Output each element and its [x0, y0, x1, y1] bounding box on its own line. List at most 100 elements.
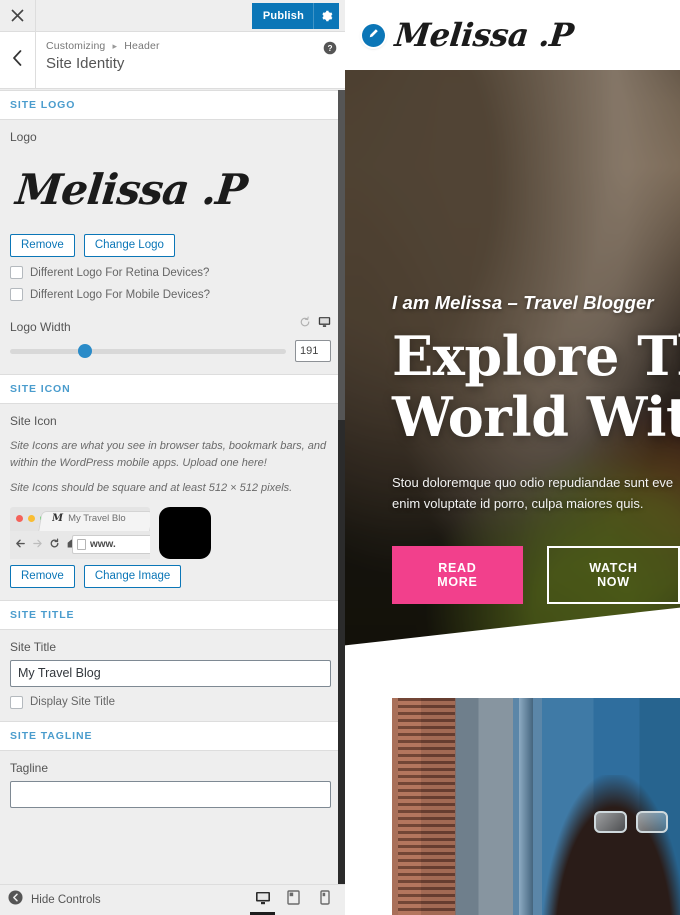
- mobile-logo-label: Different Logo For Mobile Devices?: [30, 288, 211, 301]
- hero-title-line-2: World With: [392, 385, 680, 450]
- change-logo-button[interactable]: Change Logo: [83, 234, 175, 257]
- device-mobile-button[interactable]: [309, 885, 340, 915]
- read-more-button[interactable]: READ MORE: [392, 546, 523, 605]
- hide-controls-button[interactable]: Hide Controls: [8, 890, 101, 910]
- logo-width-label: Logo Width: [10, 320, 71, 334]
- browser-url-field: www.: [72, 534, 150, 554]
- arrow-left-icon: [15, 536, 26, 554]
- mobile-logo-row[interactable]: Different Logo For Mobile Devices?: [10, 288, 331, 301]
- close-customizer-button[interactable]: [0, 0, 36, 31]
- logo-preview[interactable]: Melissa .P: [10, 150, 331, 228]
- site-icon-description-2: Site Icons should be square and at least…: [10, 482, 293, 494]
- breadcrumb-root: Customizing: [46, 40, 106, 52]
- hero-buttons: READ MORE WATCH NOW: [392, 546, 680, 605]
- retina-logo-checkbox[interactable]: [10, 266, 23, 279]
- collapse-arrow-icon: [8, 890, 23, 910]
- browser-preview-mockup: M My Travel Blo www.: [10, 506, 150, 559]
- logo-width-slider-row: [10, 340, 331, 362]
- remove-logo-button[interactable]: Remove: [10, 234, 75, 257]
- section-body-site-logo: Logo Melissa .P Remove Change Logo Diffe…: [0, 120, 345, 374]
- breadcrumb-current: Header: [124, 40, 160, 52]
- change-site-icon-button[interactable]: Change Image: [83, 564, 182, 588]
- browser-nav-buttons: [15, 536, 77, 554]
- section-header-site-tagline[interactable]: SITE TAGLINE: [0, 720, 345, 751]
- site-icon-actions: Remove Change Image: [10, 564, 331, 588]
- pencil-edit-icon: [368, 26, 379, 44]
- hero-title-line-1: Explore The: [392, 324, 680, 388]
- back-button[interactable]: [0, 32, 36, 88]
- section-header-site-logo[interactable]: SITE LOGO: [0, 90, 345, 120]
- customizer-footer: Hide Controls: [0, 884, 345, 915]
- header-titles: Customizing ▸ Header Site Identity: [36, 32, 315, 88]
- publish-button-label: Publish: [262, 9, 304, 22]
- sunglasses-left-lens: [593, 811, 627, 833]
- close-x-icon: [11, 9, 24, 22]
- customizer-scroll-body: SITE LOGO Logo Melissa .P Remove Change …: [0, 90, 345, 884]
- preview-photo-image: [392, 698, 680, 915]
- hide-controls-label: Hide Controls: [31, 894, 101, 906]
- photo-person-hair: [541, 775, 680, 915]
- section-header-site-icon[interactable]: SITE ICON: [0, 374, 345, 404]
- desktop-monitor-icon[interactable]: [318, 315, 331, 333]
- help-button[interactable]: ?: [315, 32, 345, 88]
- photo-shutters-detail: [397, 698, 456, 915]
- site-title-field-label: Site Title: [10, 639, 57, 654]
- site-icon-field-label: Site Icon: [10, 414, 57, 428]
- section-body-site-tagline: Tagline: [0, 750, 345, 820]
- customizer-scrollbar[interactable]: [338, 90, 345, 884]
- customizer-screen: Publish Customizing ▸ Header Site Identi…: [0, 0, 680, 915]
- browser-tab-title: My Travel Blo: [68, 512, 126, 524]
- device-preview-switcher: [247, 885, 340, 915]
- hero-section: I am Melissa – Travel Blogger Explore Th…: [345, 70, 680, 670]
- hero-title: Explore The World With: [392, 324, 680, 450]
- logo-width-slider[interactable]: [10, 344, 286, 358]
- svg-text:?: ?: [327, 43, 332, 53]
- hero-paragraph: Stou doloremque quo odio repudiandae sun…: [392, 472, 680, 514]
- retina-logo-row[interactable]: Different Logo For Retina Devices?: [10, 266, 331, 279]
- section-body-site-icon: Site Icon Site Icons are what you see in…: [0, 404, 345, 600]
- site-icon-description-1: Site Icons are what you see in browser t…: [10, 440, 327, 469]
- customizer-topbar: Publish: [0, 0, 345, 32]
- site-favicon: M: [52, 512, 64, 524]
- reset-circular-arrow-icon[interactable]: [299, 315, 311, 333]
- logo-width-slider-thumb[interactable]: [77, 344, 92, 358]
- display-site-title-checkbox[interactable]: [10, 695, 23, 709]
- site-title-input[interactable]: [10, 659, 331, 687]
- tagline-input[interactable]: [10, 780, 331, 808]
- device-desktop-button[interactable]: [247, 885, 278, 915]
- browser-minimize-dot-icon: [28, 514, 35, 522]
- logo-width-input[interactable]: [295, 340, 331, 362]
- chevron-left-icon: [12, 49, 23, 71]
- desktop-monitor-icon: [255, 891, 271, 910]
- reload-icon: [49, 536, 60, 554]
- page-document-icon: [77, 538, 86, 550]
- scrollbar-thumb[interactable]: [338, 90, 345, 420]
- customizer-panel: Publish Customizing ▸ Header Site Identi…: [0, 0, 345, 915]
- remove-site-icon-button[interactable]: Remove: [10, 564, 75, 588]
- browser-tabbar: M My Travel Blo: [10, 507, 150, 531]
- edit-shortcut-button[interactable]: [362, 23, 385, 47]
- section-header-site-title[interactable]: SITE TITLE: [0, 599, 345, 630]
- site-icon-image: [159, 506, 211, 559]
- device-tablet-button[interactable]: [278, 885, 309, 915]
- hero-paragraph-line-1: Stou doloremque quo odio repudiandae sun…: [392, 475, 674, 491]
- hero-paragraph-line-2: enim voluptate id porro, culpa maiores q…: [392, 496, 644, 512]
- publish-button[interactable]: Publish: [251, 2, 339, 29]
- gear-icon[interactable]: [313, 2, 339, 29]
- preview-site-header: Melissa .P: [345, 0, 680, 70]
- logo-actions: Remove Change Logo: [10, 234, 331, 257]
- browser-tab-content: M My Travel Blo: [52, 513, 150, 524]
- page-title: Site Identity: [46, 55, 125, 72]
- section-body-site-title: Site Title Display Site Title: [0, 629, 345, 721]
- site-icon-preview-row: M My Travel Blo www.: [10, 506, 331, 559]
- sunglasses-right-lens: [635, 811, 669, 833]
- logo-width-header: Logo Width: [10, 315, 331, 334]
- breadcrumb-separator-icon: ▸: [112, 41, 118, 51]
- breadcrumb: Customizing ▸ Header: [46, 40, 315, 52]
- site-preview-frame[interactable]: Melissa .P I am Melissa – Travel Blogger…: [345, 0, 680, 915]
- preview-secondary-section: [345, 670, 680, 915]
- display-site-title-row[interactable]: Display Site Title: [10, 695, 331, 709]
- mobile-logo-checkbox[interactable]: [10, 288, 23, 301]
- watch-now-button[interactable]: WATCH NOW: [546, 546, 680, 605]
